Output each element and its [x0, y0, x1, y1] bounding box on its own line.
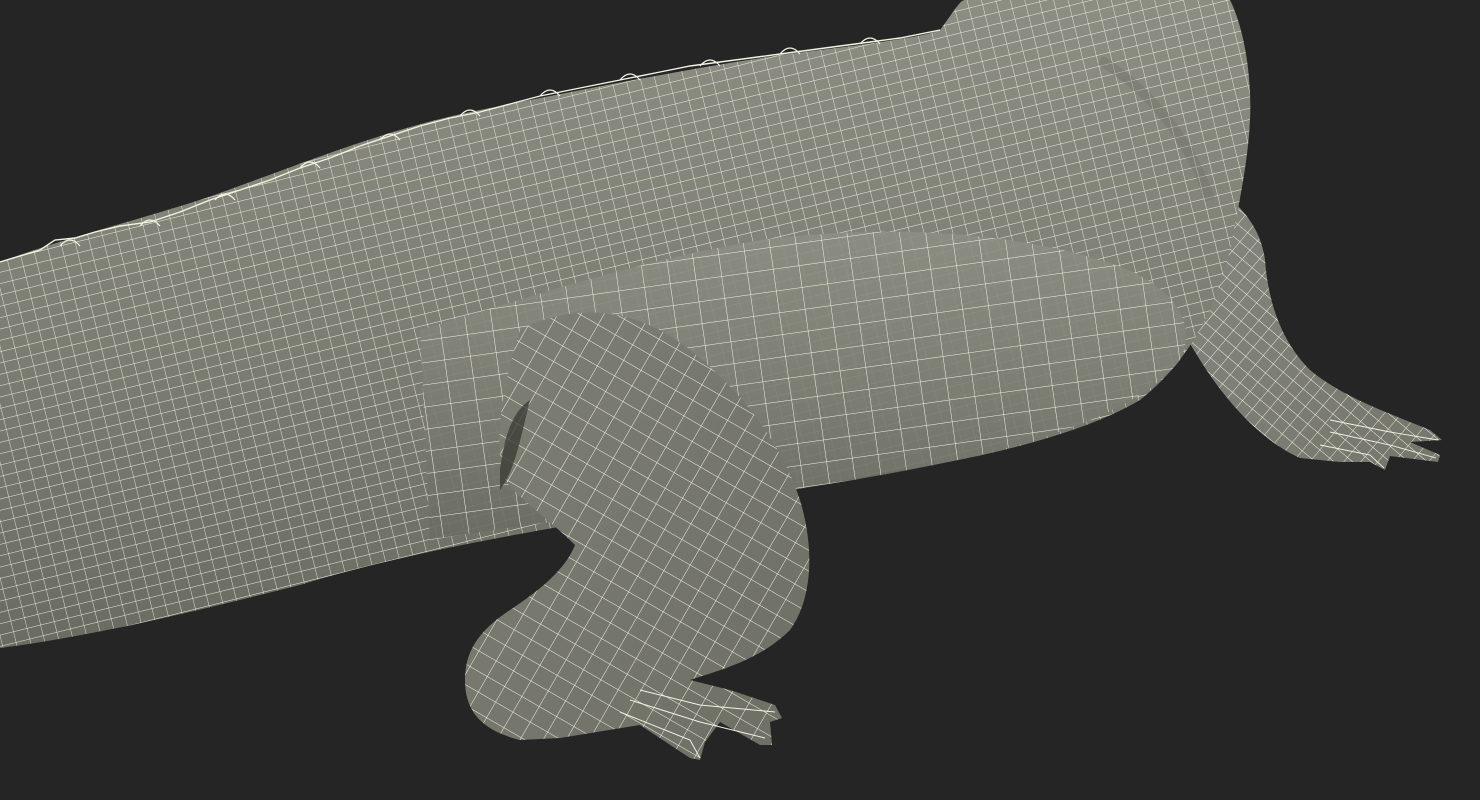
viewport-canvas — [0, 0, 1480, 800]
